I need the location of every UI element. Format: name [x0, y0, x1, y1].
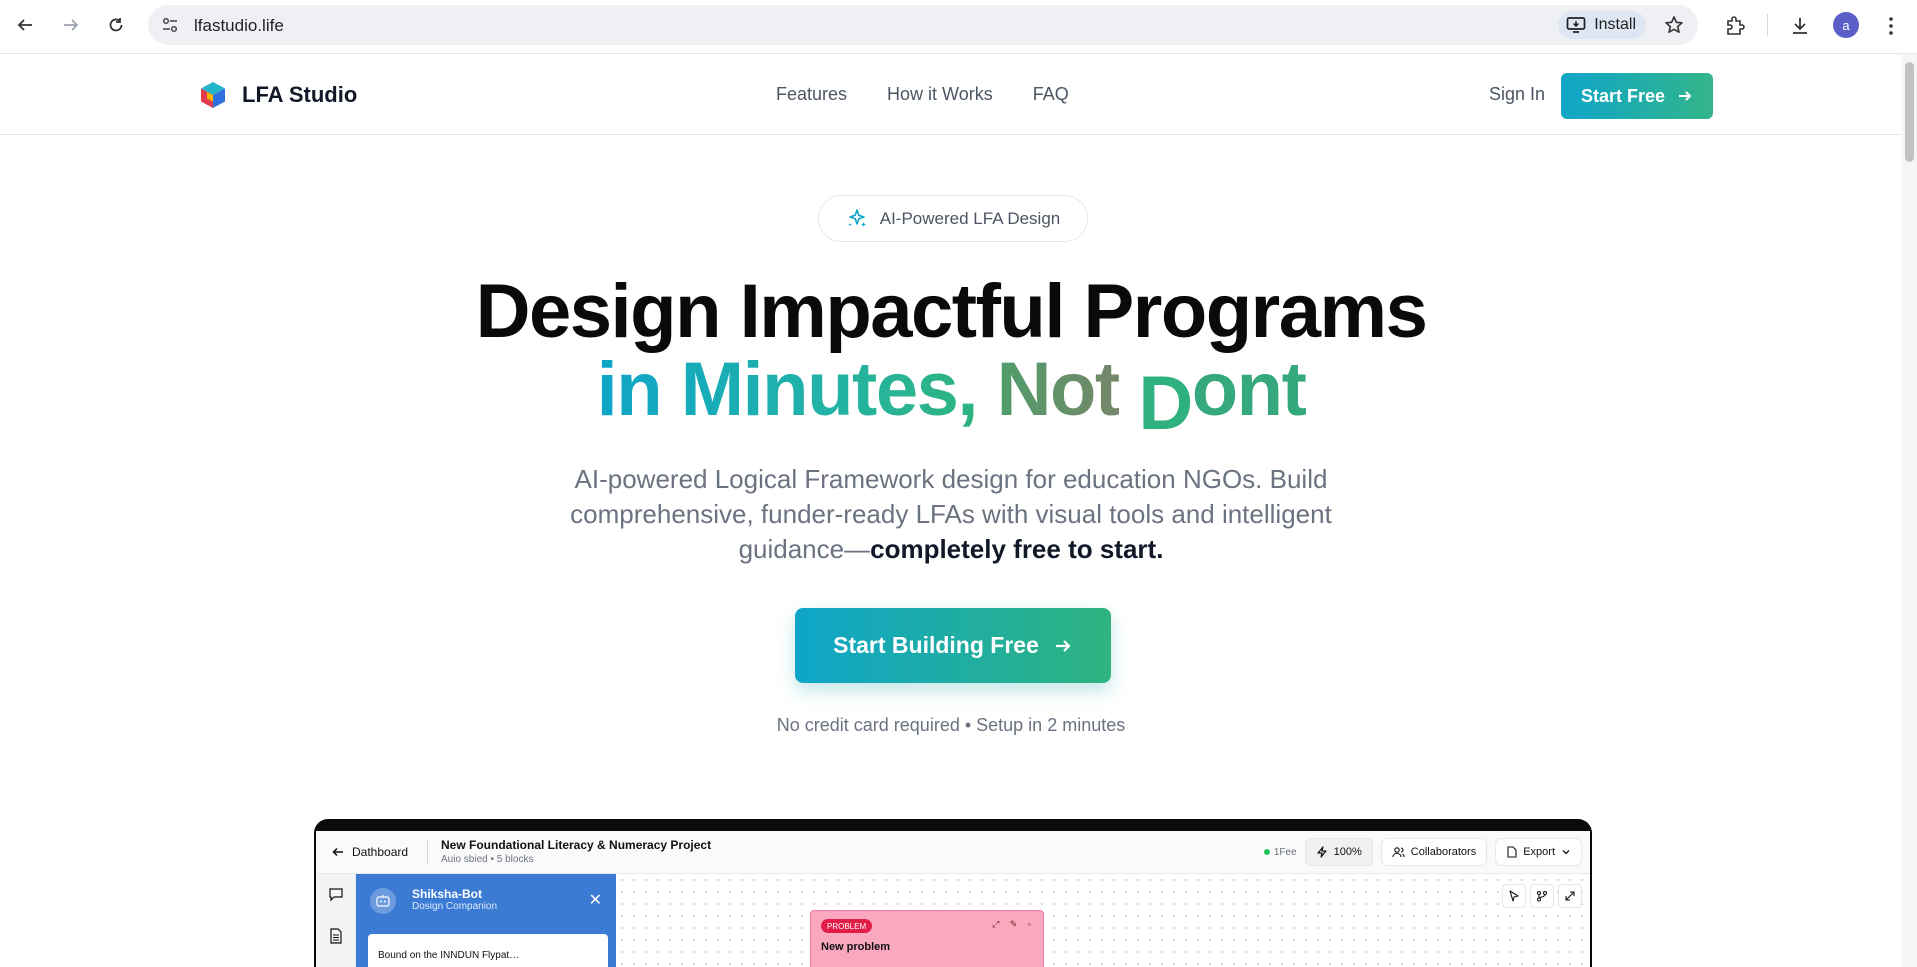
chevron-down-icon [1562, 850, 1570, 855]
preview-back-button: Dathboard [332, 845, 408, 859]
nav-faq[interactable]: FAQ [1033, 84, 1069, 105]
preview-collaborators-chip: Collaborators [1380, 838, 1488, 866]
bot-name: Shiksha-Bot [412, 887, 483, 901]
preview-export-label: Export [1523, 846, 1555, 858]
app-preview: Dathboard New Foundational Literacy & Nu… [314, 819, 1592, 967]
hero-title: Design Impactful Programs [475, 269, 1428, 354]
sparkles-icon [848, 208, 866, 227]
preview-canvas-tools [1502, 884, 1582, 908]
preview-canvas: PROBLEM ⤢ ✎ ▫ New problem [616, 874, 1590, 967]
back-icon[interactable] [13, 13, 37, 37]
hero-description: AI-powered Logical Framework design for … [540, 462, 1362, 567]
preview-status-label: 1Fee [1273, 846, 1297, 858]
animated-letter-d: D [1138, 361, 1193, 446]
animated-letters-ont: ont [1191, 347, 1307, 432]
hero-subtitle-part2: Not [996, 347, 1121, 432]
cube-logo-icon [201, 82, 225, 108]
problem-tag: PROBLEM [821, 919, 873, 933]
preview-status: 1Fee [1263, 846, 1297, 858]
arrow-right-icon [1055, 639, 1071, 652]
preview-topbar: Dathboard New Foundational Literacy & Nu… [316, 831, 1590, 874]
url-text[interactable]: lfastudio.life [194, 16, 284, 36]
hero-subtitle-part1: in Minutes, [596, 347, 979, 432]
preview-toolbar: 1Fee 100% Collaborators Export [1263, 838, 1582, 866]
brand-logo[interactable]: LFA Studio [198, 80, 357, 110]
preview-zoom-label: 100% [1333, 846, 1362, 858]
arrow-left-icon [332, 847, 343, 857]
install-app-button[interactable]: Install [1558, 11, 1646, 39]
nav-features[interactable]: Features [776, 84, 847, 105]
preview-zoom-chip: 100% [1304, 838, 1373, 866]
close-icon: ✕ [588, 892, 602, 909]
chat-icon [329, 888, 343, 902]
main-nav: Features How it Works FAQ [776, 84, 1069, 105]
site-settings-icon[interactable] [160, 15, 180, 35]
preview-back-label: Dathboard [352, 845, 409, 859]
bookmark-star-icon[interactable] [1662, 13, 1686, 37]
downloads-icon[interactable] [1787, 13, 1813, 39]
bot-message: Bound on the INNDUN Flypat… [368, 934, 608, 967]
cta-label: Start Building Free [833, 632, 1039, 658]
bot-subtitle: Dosign Companion [412, 901, 498, 912]
more-menu-icon[interactable] [1878, 13, 1904, 39]
toolbar-divider [1767, 14, 1768, 36]
preview-problem-card: PROBLEM ⤢ ✎ ▫ New problem [810, 910, 1044, 967]
start-free-label: Start Free [1580, 85, 1666, 106]
bolt-icon [1317, 846, 1327, 858]
problem-card-title: New problem [821, 941, 891, 953]
expand-icon [1558, 884, 1582, 908]
start-free-button[interactable]: Start Free [1561, 73, 1713, 119]
preview-divider [427, 840, 428, 864]
brand-name: LFA Studio [242, 82, 358, 107]
preview-icon-rail [316, 874, 356, 967]
arrow-right-icon [1679, 91, 1692, 101]
users-icon [1392, 847, 1405, 858]
install-label: Install [1594, 16, 1636, 33]
ai-badge: AI-Powered LFA Design [818, 195, 1088, 242]
extensions-icon[interactable] [1722, 13, 1748, 39]
connect-icon [1530, 884, 1554, 908]
card-actions-icon: ⤢ ✎ ▫ [992, 919, 1035, 929]
bot-avatar-icon [370, 888, 396, 914]
hero-description-bold: completely free to start. [870, 534, 1164, 564]
start-building-free-button[interactable]: Start Building Free [795, 608, 1111, 683]
hero-subtitle: in Minutes, Not Dont [0, 346, 1902, 446]
preview-collaborators-label: Collaborators [1410, 846, 1477, 858]
page-scrollbar[interactable] [1902, 54, 1917, 967]
ai-badge-label: AI-Powered LFA Design [879, 208, 1061, 228]
preview-project-meta: Auio sbied • 5 blocks [441, 854, 534, 865]
preview-export-chip: Export [1495, 838, 1582, 866]
scrollbar-thumb[interactable] [1905, 62, 1914, 162]
preview-project-title: New Foundational Literacy & Numeracy Pro… [441, 838, 712, 852]
profile-avatar[interactable]: a [1833, 12, 1859, 38]
hero-subtitle-animated-word: Dont [1138, 346, 1307, 446]
reload-icon[interactable] [104, 13, 128, 37]
browser-toolbar: lfastudio.life Install a [0, 0, 1917, 54]
document-icon [330, 928, 342, 944]
app-preview-screen: Dathboard New Foundational Literacy & Nu… [316, 831, 1590, 967]
site-header: LFA Studio Features How it Works FAQ Sig… [0, 54, 1902, 135]
install-icon [1566, 17, 1586, 33]
no-credit-card-note: No credit card required • Setup in 2 min… [776, 715, 1126, 735]
file-icon [1507, 846, 1517, 858]
nav-how-it-works[interactable]: How it Works [887, 84, 993, 105]
address-bar[interactable]: lfastudio.life Install [148, 5, 1698, 45]
pointer-icon [1502, 884, 1526, 908]
status-dot [1263, 849, 1270, 855]
preview-assistant-panel: Shiksha-Bot Dosign Companion ✕ Bound on … [356, 874, 616, 967]
sign-in-link[interactable]: Sign In [1489, 84, 1545, 105]
forward-icon[interactable] [59, 13, 83, 37]
